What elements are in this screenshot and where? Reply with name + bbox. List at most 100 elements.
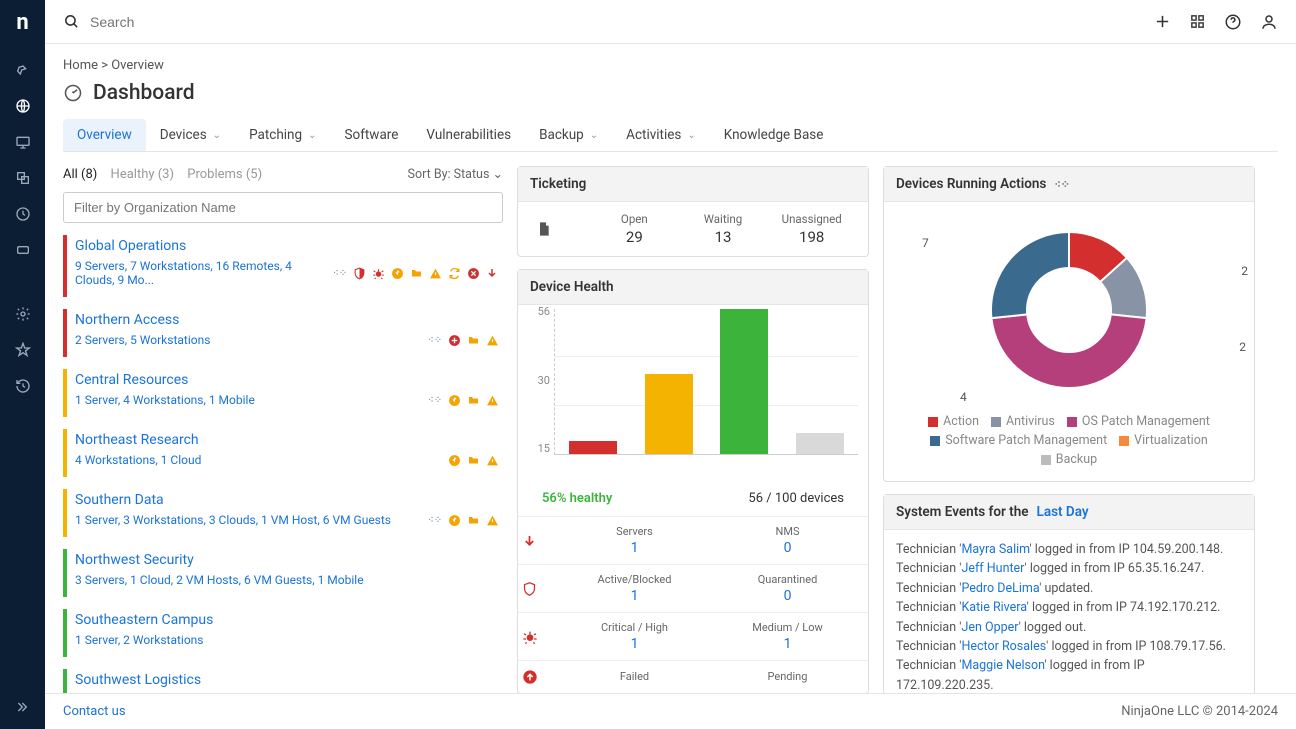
org-name-link[interactable]: Southeastern Campus: [75, 612, 499, 628]
legend-item[interactable]: Action: [928, 414, 979, 429]
org-item: Southeastern Campus 1 Server, 2 Workstat…: [63, 609, 503, 657]
sync-yellow-icon: [447, 266, 461, 280]
sort-by[interactable]: Sort By: Status ⌄: [408, 166, 503, 182]
event-user-link[interactable]: Katie Rivera: [961, 600, 1026, 615]
add-icon[interactable]: [1154, 13, 1171, 30]
org-name-link[interactable]: Southern Data: [75, 492, 499, 508]
org-list: Global Operations 9 Servers, 7 Workstati…: [63, 235, 503, 693]
help-icon[interactable]: [1224, 13, 1242, 31]
filter-problems[interactable]: Problems (5): [187, 167, 262, 182]
nav-clock-icon[interactable]: [14, 205, 32, 223]
bar: [796, 433, 844, 454]
event-row: Technician 'Mayra Salim' logged in from …: [896, 540, 1242, 559]
plus-red-icon: [447, 333, 461, 347]
event-user-link[interactable]: Mayra Salim: [961, 542, 1029, 557]
search-icon[interactable]: [63, 13, 80, 30]
contact-link[interactable]: Contact us: [63, 704, 126, 719]
org-summary[interactable]: 1 Server, 3 Workstations, 3 Clouds, 1 VM…: [75, 513, 391, 527]
filter-all[interactable]: All (8): [63, 167, 97, 182]
update-yellow-icon: [447, 453, 461, 467]
update-yellow-icon: [390, 266, 404, 280]
chevron-down-icon: ⌄: [308, 130, 316, 141]
org-name-link[interactable]: Northeast Research: [75, 432, 499, 448]
breadcrumb-home[interactable]: Home: [63, 58, 98, 73]
x-red-icon: [466, 266, 480, 280]
legend-item[interactable]: Antivirus: [991, 414, 1055, 429]
org-filter-input[interactable]: [63, 192, 503, 223]
ticketing-card: Ticketing Open29Waiting13Unassigned198: [517, 166, 869, 257]
org-item: Southwest Logistics 4 Servers, 3 Clouds: [63, 669, 503, 693]
expand-sidebar-icon[interactable]: [15, 699, 31, 715]
nav-history-icon[interactable]: [14, 377, 32, 395]
tab-software[interactable]: Software: [330, 119, 412, 151]
running-actions-card: Devices Running Actions ⁖⁘ 7 2 2 4 Actio…: [883, 166, 1255, 482]
apps-icon[interactable]: [1189, 13, 1206, 30]
org-summary[interactable]: 2 Servers, 5 Workstations: [75, 333, 210, 347]
org-summary[interactable]: 1 Server, 2 Workstations: [75, 633, 204, 647]
document-icon: [530, 220, 590, 238]
org-filter-pills: All (8) Healthy (3) Problems (5): [63, 167, 272, 182]
org-name-link[interactable]: Global Operations: [75, 238, 499, 254]
legend-item[interactable]: Virtualization: [1119, 433, 1208, 448]
event-user-link[interactable]: Hector Rosales: [961, 639, 1046, 654]
breadcrumb: Home > Overview: [63, 58, 1278, 73]
folder-yellow-icon: [466, 513, 480, 527]
tab-knowledge-base[interactable]: Knowledge Base: [710, 119, 838, 151]
org-item: Northern Access 2 Servers, 5 Workstation…: [63, 309, 503, 357]
ticketing-header: Ticketing: [518, 167, 868, 202]
event-row: Technician 'Hector Rosales' logged in fr…: [896, 637, 1242, 656]
nav-rocket-icon[interactable]: [14, 61, 32, 79]
events-header: System Events for the Last Day: [884, 495, 1254, 530]
tab-vulnerabilities[interactable]: Vulnerabilities: [412, 119, 525, 151]
event-user-link[interactable]: Jeff Hunter: [961, 561, 1024, 576]
org-summary[interactable]: 9 Servers, 7 Workstations, 16 Remotes, 4…: [75, 259, 333, 287]
ticket-stat: Waiting13: [679, 212, 768, 246]
events-range-link[interactable]: Last Day: [1037, 504, 1089, 520]
ticket-stat: Unassigned198: [767, 212, 856, 246]
org-name-link[interactable]: Southwest Logistics: [75, 672, 499, 688]
nav-layers-icon[interactable]: [14, 169, 32, 187]
user-icon[interactable]: [1260, 13, 1278, 31]
tab-devices[interactable]: Devices⌄: [146, 119, 235, 151]
legend-item[interactable]: Backup: [1041, 452, 1097, 467]
org-name-link[interactable]: Central Resources: [75, 372, 499, 388]
left-nav: n: [0, 0, 45, 729]
org-summary[interactable]: 1 Server, 4 Workstations, 1 Mobile: [75, 393, 255, 407]
spinner-icon: ⁖⁘: [428, 513, 442, 527]
event-user-link[interactable]: Maggie Nelson: [961, 658, 1044, 673]
nav-globe-icon[interactable]: [14, 97, 32, 115]
org-summary[interactable]: 3 Servers, 1 Cloud, 2 VM Hosts, 6 VM Gue…: [75, 573, 364, 587]
filter-healthy[interactable]: Healthy (3): [111, 167, 174, 182]
warn-yellow-icon: [485, 333, 499, 347]
event-user-link[interactable]: Jen Opper: [961, 620, 1018, 635]
chevron-down-icon: ⌄: [493, 167, 503, 182]
topbar: [45, 0, 1296, 44]
health-row: Servers1 NMS0: [518, 516, 868, 564]
event-row: Technician 'Pedro DeLima' updated.: [896, 579, 1242, 598]
nav-star-icon[interactable]: [14, 341, 32, 359]
warn-yellow-icon: [485, 453, 499, 467]
tab-patching[interactable]: Patching⌄: [235, 119, 330, 151]
folder-yellow-icon: [409, 266, 423, 280]
running-actions-header: Devices Running Actions ⁖⁘: [884, 167, 1254, 202]
org-summary[interactable]: 4 Workstations, 1 Cloud: [75, 453, 201, 467]
device-health-header: Device Health: [518, 270, 868, 305]
nav-monitor-icon[interactable]: [14, 133, 32, 151]
event-row: Technician 'Jeff Hunter' logged in from …: [896, 559, 1242, 578]
nav-ticket-icon[interactable]: [14, 241, 32, 259]
gauge-icon: [63, 83, 83, 103]
org-name-link[interactable]: Northern Access: [75, 312, 499, 328]
org-name-link[interactable]: Northwest Security: [75, 552, 499, 568]
warn-yellow-icon: [485, 513, 499, 527]
donut-chart: 7 2 2 4: [884, 202, 1254, 406]
nav-gear-icon[interactable]: [14, 305, 32, 323]
event-user-link[interactable]: Pedro DeLima: [961, 581, 1039, 596]
device-count: 56 / 100 devices: [748, 491, 844, 506]
tab-activities[interactable]: Activities⌄: [612, 119, 710, 151]
tab-backup[interactable]: Backup⌄: [525, 119, 612, 151]
legend-item[interactable]: Software Patch Management: [930, 433, 1107, 448]
legend-item[interactable]: OS Patch Management: [1067, 414, 1210, 429]
events-card: System Events for the Last Day Technicia…: [883, 494, 1255, 693]
tab-overview[interactable]: Overview: [63, 119, 146, 151]
search-input[interactable]: [90, 14, 390, 30]
